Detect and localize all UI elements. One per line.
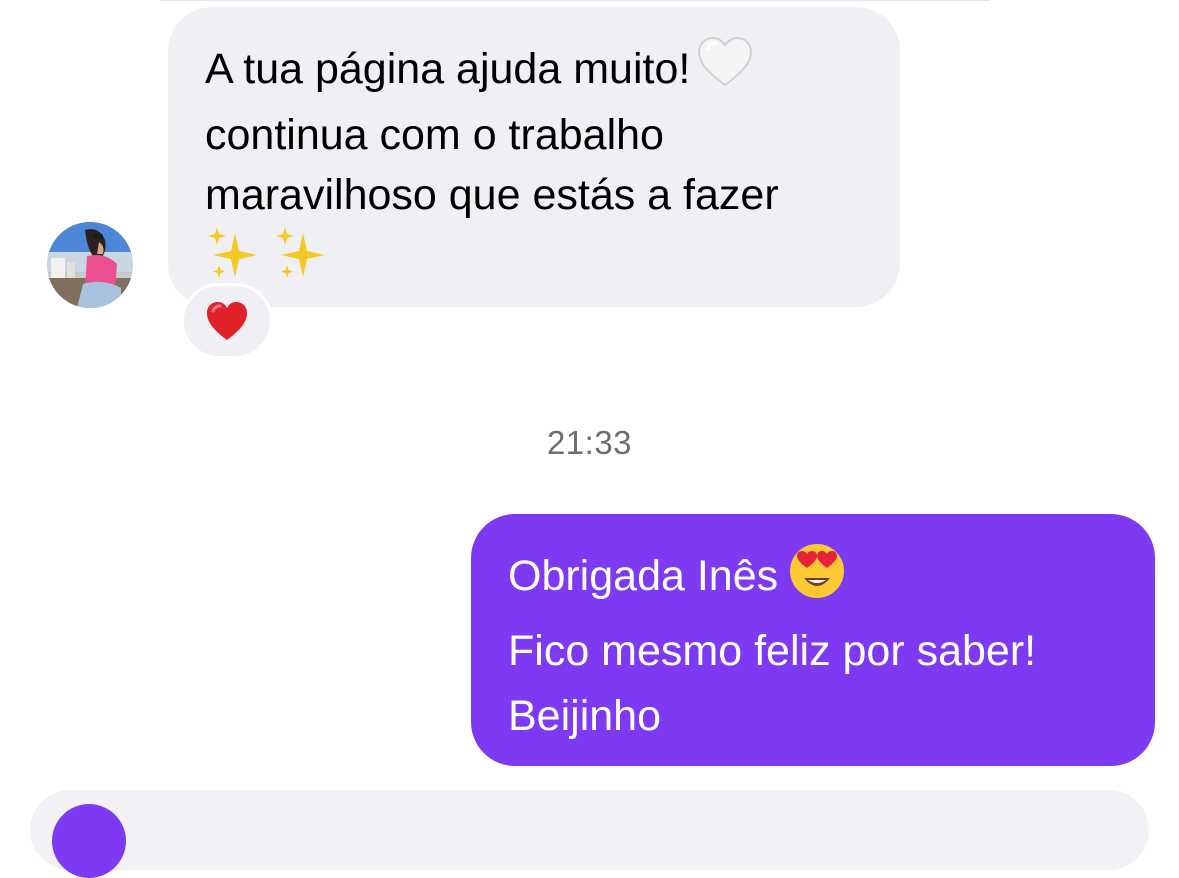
avatar-photo-icon	[47, 222, 133, 308]
outgoing-message-line: Fico mesmo feliz por saber!	[508, 627, 1037, 675]
outgoing-message-line: Obrigada Inês	[508, 542, 1125, 619]
incoming-message-line: continua com o trabalho	[205, 111, 664, 159]
message-composer[interactable]	[30, 790, 1149, 870]
white-heart-icon	[696, 35, 754, 105]
message-reaction[interactable]	[181, 283, 273, 359]
top-divider	[160, 0, 990, 1]
red-heart-icon	[207, 302, 247, 340]
sparkles-icon	[208, 227, 257, 278]
camera-button[interactable]	[52, 804, 126, 878]
outgoing-message-line: Beijinho	[508, 692, 661, 740]
incoming-message-line: A tua página ajuda muito!	[205, 35, 864, 105]
message-timestamp: 21:33	[546, 424, 633, 461]
outgoing-message-bubble[interactable]: Obrigada Inês Fico mesmo feliz por saber…	[471, 514, 1155, 766]
sparkles-icon	[276, 227, 326, 278]
incoming-message-bubble[interactable]: A tua página ajuda muito! continua com o…	[168, 7, 900, 307]
heart-eyes-icon	[788, 542, 846, 619]
sparkles-line	[205, 223, 864, 285]
incoming-message-line: maravilhoso que estás a fazer	[205, 171, 779, 219]
sender-avatar[interactable]	[47, 222, 133, 308]
